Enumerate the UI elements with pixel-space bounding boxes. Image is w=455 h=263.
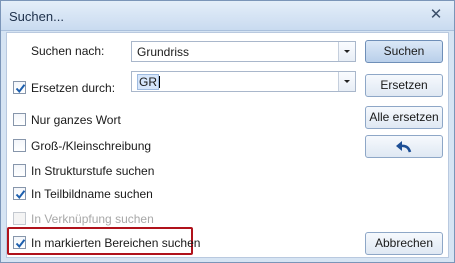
replace-checkbox[interactable] — [13, 81, 26, 94]
marked-areas-checkbox[interactable] — [13, 236, 26, 249]
close-icon[interactable]: ✕ — [427, 6, 445, 24]
search-dialog: Suchen... ✕ Suchen nach: Grundriss Suche… — [0, 0, 455, 263]
link-search-label: In Verknüpfung suchen — [31, 212, 154, 226]
whole-word-label: Nur ganzes Wort — [31, 113, 121, 127]
replace-label: Ersetzen durch: — [31, 81, 116, 95]
search-label: Suchen nach: — [31, 44, 105, 58]
search-dropdown-arrow-icon[interactable] — [338, 42, 355, 61]
dialog-title: Suchen... — [9, 9, 64, 24]
search-button[interactable]: Suchen — [365, 40, 443, 63]
structure-level-checkbox[interactable] — [13, 164, 26, 177]
text-caret — [159, 76, 160, 88]
undo-arrow-icon — [396, 141, 412, 153]
replace-button[interactable]: Ersetzen — [365, 74, 443, 97]
replace-dropdown-arrow-icon[interactable] — [338, 72, 355, 91]
cancel-button[interactable]: Abbrechen — [365, 232, 443, 255]
undo-button[interactable] — [365, 135, 443, 158]
link-search-checkbox — [13, 212, 26, 225]
dialog-body: Suchen nach: Grundriss Suchen Ersetzen d… — [6, 32, 449, 258]
check-icon — [15, 84, 26, 94]
drawing-file-name-label: In Teilbildname suchen — [31, 187, 153, 201]
check-icon — [15, 190, 26, 200]
search-combobox[interactable]: Grundriss — [131, 41, 356, 62]
drawing-file-name-checkbox[interactable] — [13, 187, 26, 200]
case-sensitive-label: Groß-/Kleinschreibung — [31, 139, 152, 153]
title-bar[interactable]: Suchen... ✕ — [1, 1, 454, 31]
replace-all-button[interactable]: Alle ersetzen — [365, 106, 443, 129]
whole-word-checkbox[interactable] — [13, 113, 26, 126]
marked-areas-label: In markierten Bereichen suchen — [31, 236, 201, 250]
structure-level-label: In Strukturstufe suchen — [31, 164, 155, 178]
replace-value: GR — [137, 74, 159, 90]
check-icon — [15, 239, 26, 249]
case-sensitive-checkbox[interactable] — [13, 139, 26, 152]
search-value: Grundriss — [137, 45, 190, 59]
replace-combobox[interactable]: GR — [131, 71, 356, 92]
